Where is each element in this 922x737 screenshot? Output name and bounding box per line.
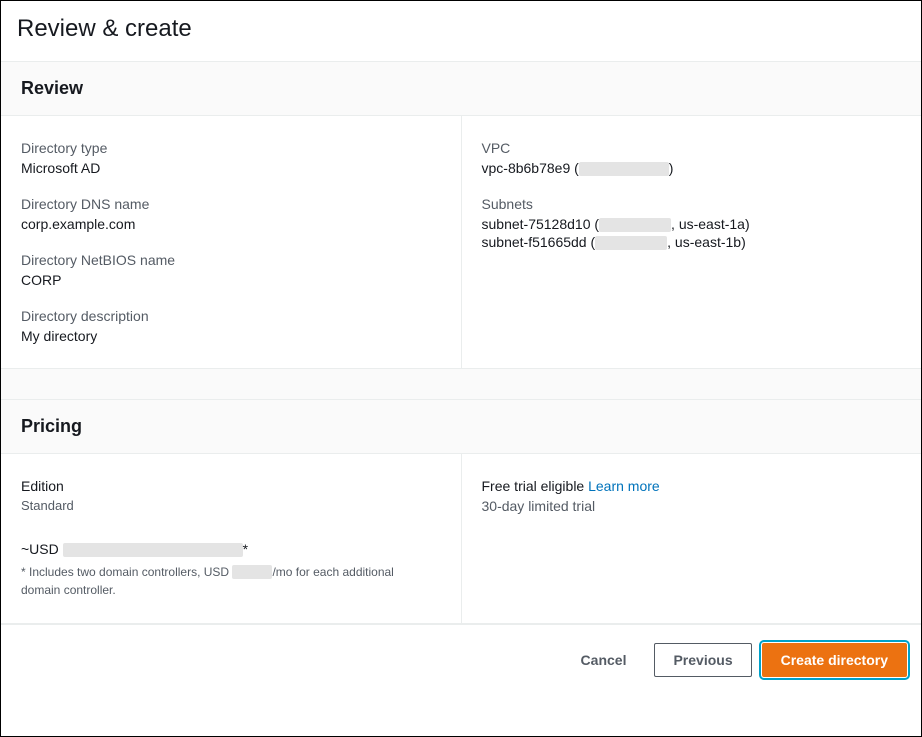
free-trial-label: Free trial eligible [482,478,589,494]
netbios-name-field: Directory NetBIOS name CORP [21,252,441,288]
review-heading: Review [1,62,921,116]
previous-button[interactable]: Previous [654,643,751,677]
review-right-column: VPC vpc-8b6b78e9 () Subnets subnet-75128… [462,116,922,368]
edition-label: Edition [21,478,441,494]
directory-type-field: Directory type Microsoft AD [21,140,441,176]
vpc-label: VPC [482,140,902,156]
redacted-block [599,218,671,232]
note-prefix: * Includes two domain controllers, USD [21,565,232,579]
create-directory-button[interactable]: Create directory [762,643,907,677]
pricing-left-column: Edition Standard ~USD * * Includes two d… [1,454,462,623]
edition-field: Edition Standard [21,478,441,513]
pricing-note: * Includes two domain controllers, USD /… [21,563,421,599]
edition-value: Standard [21,498,441,513]
dns-name-label: Directory DNS name [21,196,441,212]
redacted-block [63,543,243,557]
section-spacer [1,369,921,399]
netbios-name-value: CORP [21,272,441,288]
description-field: Directory description My directory [21,308,441,344]
dns-name-value: corp.example.com [21,216,441,232]
description-value: My directory [21,328,441,344]
description-label: Directory description [21,308,441,324]
cost-prefix: ~USD [21,541,63,557]
page-title: Review & create [1,1,921,61]
subnet-1: subnet-75128d10 ( , us-east-1a) [482,216,902,232]
learn-more-link[interactable]: Learn more [588,478,660,494]
review-section: Review Directory type Microsoft AD Direc… [1,61,921,369]
subnet-1-suffix: , us-east-1a) [671,216,750,232]
cost-suffix: * [243,541,248,557]
free-trial-sub: 30-day limited trial [482,498,902,514]
netbios-name-label: Directory NetBIOS name [21,252,441,268]
redacted-block [595,236,667,250]
vpc-field: VPC vpc-8b6b78e9 () [482,140,902,176]
subnet-2-suffix: , us-east-1b) [667,234,746,250]
subnets-label: Subnets [482,196,902,212]
review-left-column: Directory type Microsoft AD Directory DN… [1,116,462,368]
footer-actions: Cancel Previous Create directory [1,624,921,695]
subnets-field: Subnets subnet-75128d10 ( , us-east-1a) s… [482,196,902,250]
redacted-block [232,565,272,579]
pricing-section: Pricing Edition Standard ~USD * * Includ… [1,399,921,624]
dns-name-field: Directory DNS name corp.example.com [21,196,441,232]
pricing-right-column: Free trial eligible Learn more 30-day li… [462,454,922,623]
subnet-2: subnet-f51665dd ( , us-east-1b) [482,234,902,250]
cancel-button[interactable]: Cancel [563,644,645,676]
directory-type-value: Microsoft AD [21,160,441,176]
subnet-1-prefix: subnet-75128d10 ( [482,216,600,232]
vpc-value: vpc-8b6b78e9 () [482,160,902,176]
directory-type-label: Directory type [21,140,441,156]
vpc-id-suffix: ) [669,160,674,176]
vpc-id-prefix: vpc-8b6b78e9 ( [482,160,579,176]
pricing-cost: ~USD * [21,541,441,557]
redacted-block [579,162,669,176]
pricing-heading: Pricing [1,400,921,454]
free-trial-row: Free trial eligible Learn more [482,478,902,494]
subnet-2-prefix: subnet-f51665dd ( [482,234,596,250]
